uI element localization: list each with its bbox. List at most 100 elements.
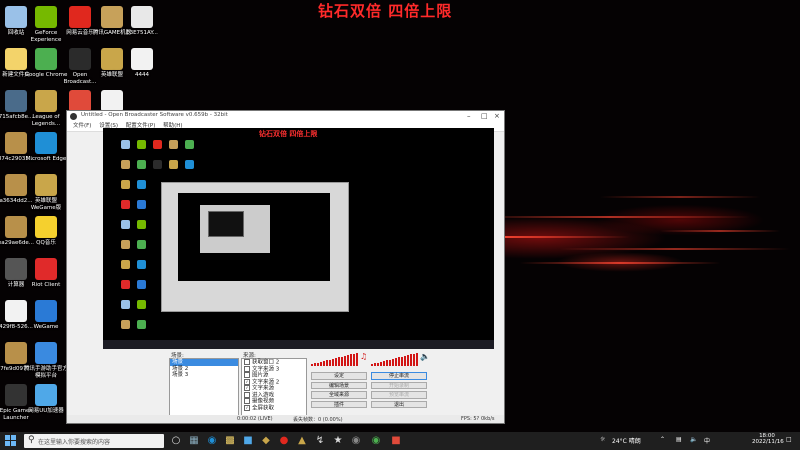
speaker-icon[interactable]: 🔈 xyxy=(420,352,430,361)
settings-button[interactable]: 设定 xyxy=(311,372,367,380)
clock[interactable]: 18:00 2022/11/16 xyxy=(752,433,784,445)
desktop-icon[interactable]: Microsoft Edge xyxy=(24,132,68,163)
store-icon[interactable]: ■ xyxy=(242,435,254,447)
desktop-icon-label: 英雄联盟 WeGame版 xyxy=(30,198,62,211)
desktop-icon-label: 4444 xyxy=(135,72,149,78)
app-icon xyxy=(35,216,57,238)
start-recording-button[interactable]: 开始录制 xyxy=(371,381,427,389)
scene-item[interactable]: 场景 3 xyxy=(170,372,238,379)
meter-segment xyxy=(404,355,406,366)
app-icon[interactable]: ▲ xyxy=(296,435,308,447)
mic-icon[interactable]: ♫ xyxy=(360,352,367,361)
maximize-icon[interactable]: □ xyxy=(481,112,488,120)
meter-segment xyxy=(347,355,349,366)
taskbar-search[interactable]: ⚲ 在这里输入你要搜索的内容 xyxy=(24,434,164,448)
preview-app-icon xyxy=(137,240,146,249)
desktop-icon[interactable]: WeGame xyxy=(24,300,68,331)
task-view-icon[interactable]: ○ xyxy=(170,435,182,447)
source-checkbox[interactable] xyxy=(244,372,250,378)
source-label: 全屏获取 xyxy=(252,405,275,411)
app-icon[interactable]: ↯ xyxy=(314,435,326,447)
meter-segment xyxy=(416,352,418,366)
source-checkbox[interactable]: ✓ xyxy=(244,385,250,391)
scenes-list[interactable]: 场景 场景 2 场景 3 xyxy=(169,358,239,420)
app-icon xyxy=(69,90,91,112)
menu-file[interactable]: 文件(F) xyxy=(73,123,91,129)
meter-segment xyxy=(356,352,358,366)
preview-app-icon xyxy=(137,180,146,189)
source-label: 获取窗口 2 xyxy=(252,359,280,366)
meter-segment xyxy=(353,353,355,366)
preview-app-icon xyxy=(137,220,146,229)
ime-indicator[interactable]: 中 xyxy=(704,436,710,445)
nested-preview-4 xyxy=(208,211,244,237)
weather-text[interactable]: 24°C 晴朗 xyxy=(612,436,641,445)
meter-segment xyxy=(335,358,337,366)
notifications-icon[interactable]: □ xyxy=(786,436,792,443)
source-checkbox[interactable]: ✓ xyxy=(244,404,250,411)
preview-app-icon xyxy=(121,300,130,309)
app-icon[interactable]: ★ xyxy=(332,435,344,447)
app-icon xyxy=(131,6,153,28)
chrome-taskbar-icon[interactable]: ◉ xyxy=(370,435,382,447)
desktop-volume-meter[interactable] xyxy=(311,352,359,366)
windows-start-icon[interactable] xyxy=(5,435,17,447)
meter-segment xyxy=(413,353,415,366)
app-icon[interactable]: ■ xyxy=(390,435,402,447)
preview-app-icon xyxy=(121,260,130,269)
global-sources-button[interactable]: 全域来源 xyxy=(311,391,367,399)
desktop-icon-label: WeGame xyxy=(33,324,59,330)
edit-scene-button[interactable]: 编辑场景 xyxy=(311,381,367,389)
desktop-icon[interactable]: QQ音乐 xyxy=(24,216,68,247)
desktop-icon[interactable]: Riot Client xyxy=(24,258,68,289)
meter-segment xyxy=(389,359,391,366)
plugins-button[interactable]: 插件 xyxy=(311,400,367,408)
preview-app-icon xyxy=(121,200,130,209)
preview-app-icon xyxy=(137,200,146,209)
app-icon xyxy=(35,48,57,70)
app-icon[interactable]: ◆ xyxy=(260,435,272,447)
edge-icon[interactable]: ◉ xyxy=(206,435,218,447)
desktop-icon[interactable]: 网易UU加速器 xyxy=(24,384,68,415)
weather-icon[interactable]: ☼ xyxy=(600,436,605,443)
preview-app-icon xyxy=(121,220,130,229)
meter-segment xyxy=(350,354,352,366)
meter-segment xyxy=(371,364,373,366)
network-icon[interactable]: ▤ xyxy=(676,436,682,443)
wallpaper-streak xyxy=(560,248,790,250)
desktop-icon[interactable]: 英雄联盟 WeGame版 xyxy=(24,174,68,211)
source-label: 摄像视频 xyxy=(252,398,275,405)
sources-list[interactable]: 获取窗口 2 文字来源 3 图片源 ✓ 文字来源 2 ✓ 文字来源 进入游戏 摄像视频 ✓ 全屏获取 xyxy=(241,358,307,420)
desktop-icon[interactable]: 4444 xyxy=(120,48,164,79)
stop-stream-button[interactable]: 停止串流 xyxy=(371,372,427,380)
source-checkbox[interactable] xyxy=(244,365,250,372)
preview-stream-button[interactable]: 预览串流 xyxy=(371,391,427,399)
close-icon[interactable]: × xyxy=(494,112,500,120)
exit-button[interactable]: 退出 xyxy=(371,400,427,408)
app-icon xyxy=(35,384,57,406)
preview-app-icon xyxy=(137,320,146,329)
source-checkbox[interactable] xyxy=(244,398,250,404)
source-checkbox[interactable] xyxy=(244,359,250,365)
meter-segment xyxy=(401,356,403,366)
obs-taskbar-icon[interactable]: ◉ xyxy=(350,435,362,447)
app-icon[interactable]: ▦ xyxy=(188,435,200,447)
tray-expand-icon[interactable]: ⌃ xyxy=(660,436,665,443)
meter-segment xyxy=(407,355,409,366)
preview-app-icon xyxy=(169,140,178,149)
meter-segment xyxy=(338,357,340,366)
app-icon xyxy=(35,342,57,364)
volume-icon[interactable]: 🔈 xyxy=(690,436,697,443)
desktop-icon[interactable]: E3E751AY... xyxy=(120,6,164,37)
desktop-icon[interactable]: 腾讯手游助手官方 模拟平台 xyxy=(24,342,68,379)
source-checkbox[interactable] xyxy=(244,391,250,398)
wallpaper-streak xyxy=(600,196,760,198)
meter-segment xyxy=(410,354,412,366)
meter-segment xyxy=(380,361,382,366)
source-item[interactable]: ✓ 全屏获取 xyxy=(242,404,306,411)
mic-volume-meter[interactable] xyxy=(371,352,419,366)
netease-music-icon[interactable]: ● xyxy=(278,435,290,447)
source-checkbox[interactable]: ✓ xyxy=(244,378,250,385)
minimize-icon[interactable]: – xyxy=(467,112,471,120)
file-explorer-icon[interactable]: ▩ xyxy=(224,435,236,447)
